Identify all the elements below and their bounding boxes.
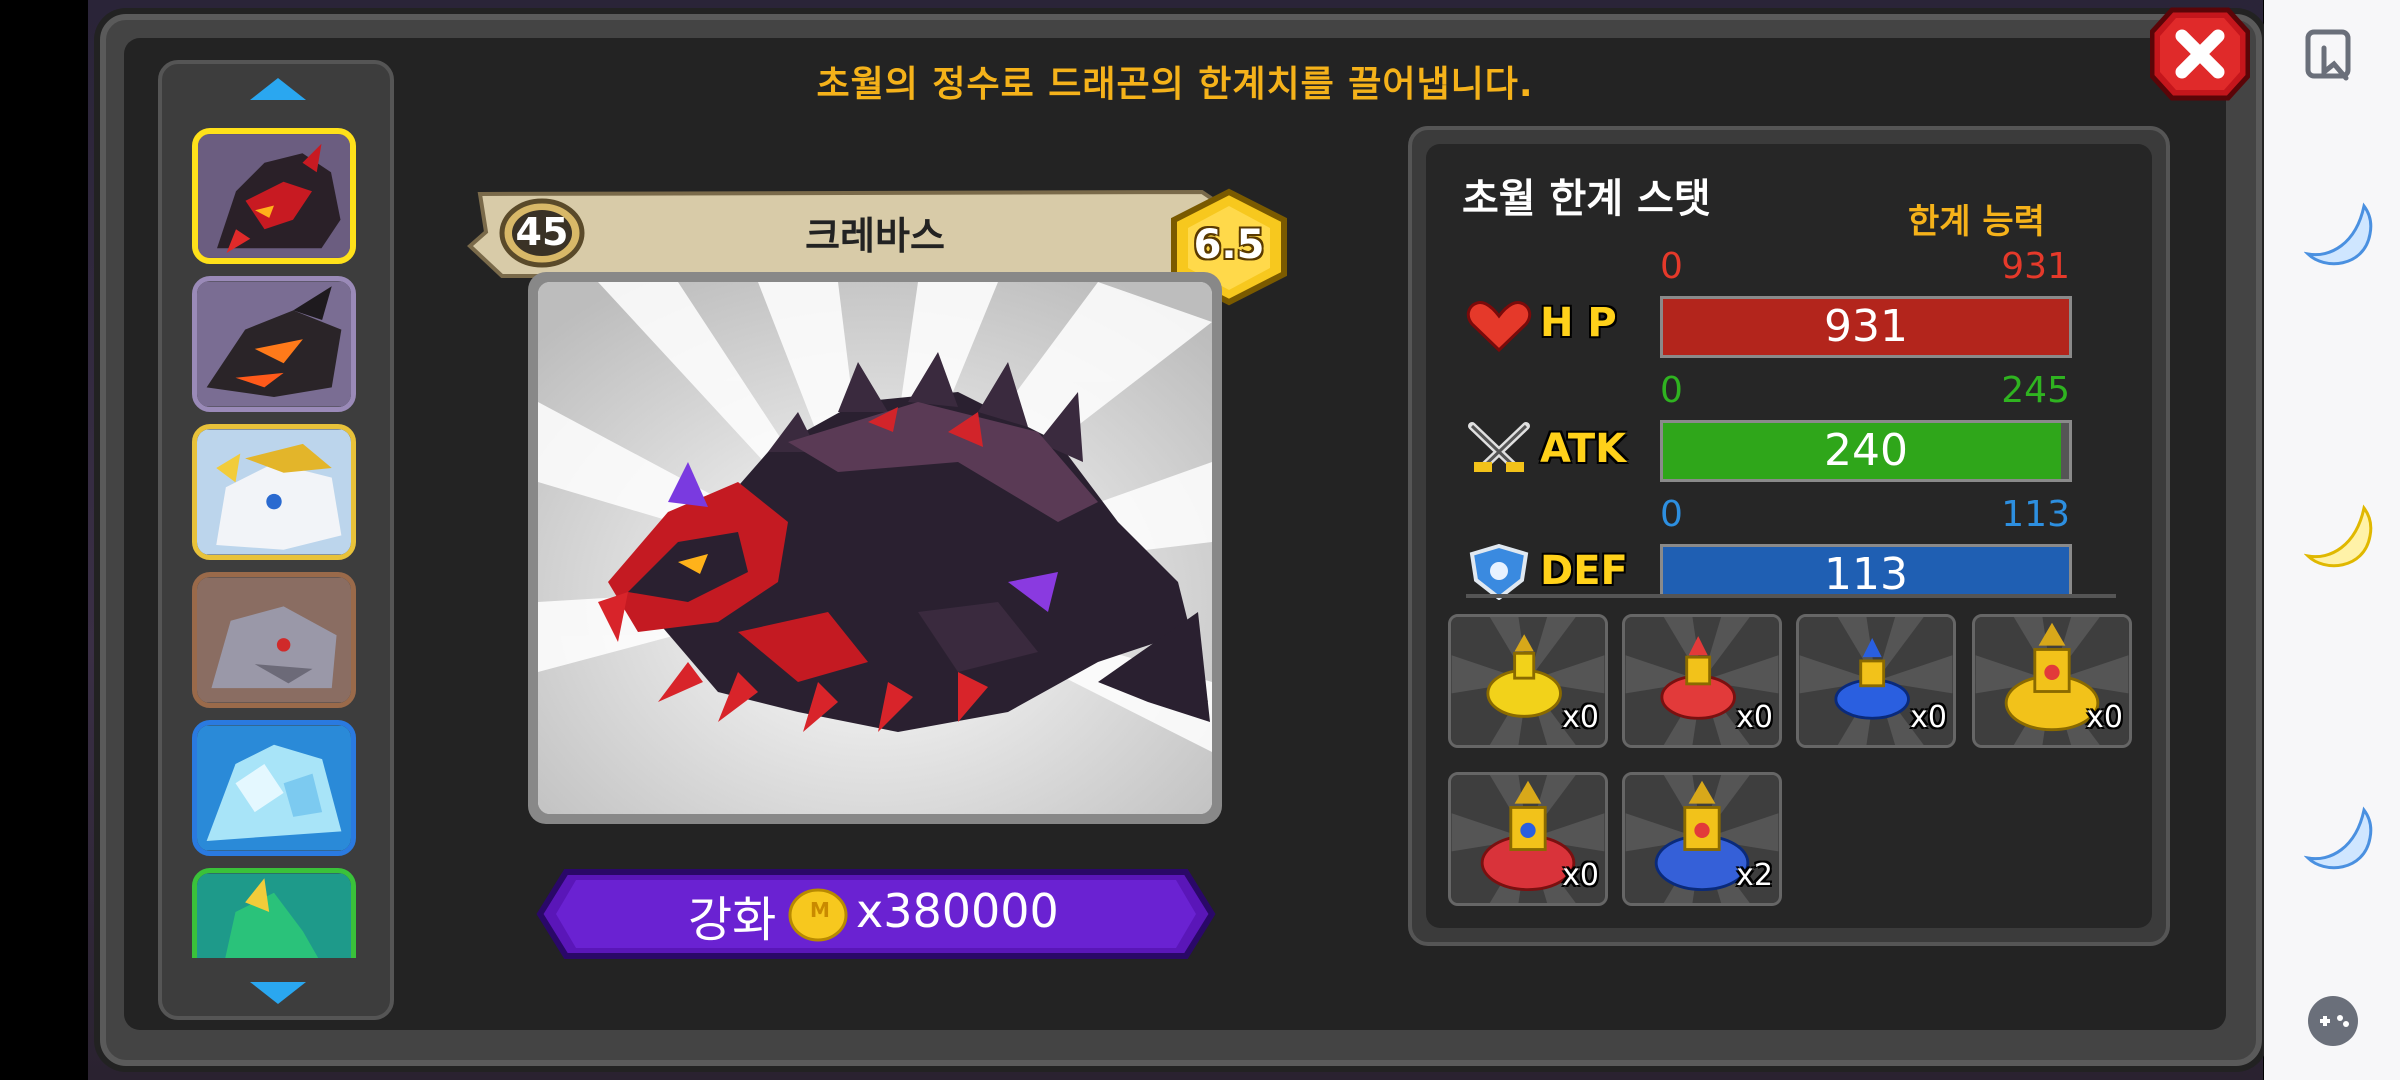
essence-red-count: x0 [1736,700,1773,735]
dragon-level: 45 [515,210,569,254]
essence-blue[interactable]: x0 [1796,614,1956,748]
hp-bar: 931 [1660,296,2072,358]
moon-icon [2303,498,2374,574]
close-x-icon [2149,7,2251,101]
atk-bar: 240 [1660,420,2072,482]
shield-icon [1466,543,1532,601]
heart-icon [1466,298,1532,354]
atk-value: 240 [1824,425,1908,476]
gamepad-icon[interactable] [2306,994,2360,1048]
close-button[interactable] [2149,6,2251,102]
system-side-bar [2264,0,2400,1080]
enhance-label: 강화 [688,892,777,948]
dragon-thumb-dark-flame[interactable] [192,276,356,412]
hp-max: 931 [2001,246,2070,287]
coin-mark: M [810,898,830,922]
def-min: 0 [1660,494,1683,535]
arrow-down-icon[interactable] [250,982,306,1004]
hp-label: H P [1540,300,1617,346]
dragon-thumb-crimson-armored[interactable] [192,128,356,264]
moon-icon [2303,800,2374,876]
essence-yellow[interactable]: x0 [1448,614,1608,748]
dragon-thumb-white-gold[interactable] [192,424,356,560]
moon-icon [2303,196,2374,272]
popup-title: 초월의 정수로 드래곤의 한계치를 끌어냅니다. [816,64,1534,105]
essence-large-yellow[interactable]: x0 [1972,614,2132,748]
limit-ability-label: 한계 능력 [1908,202,2045,242]
hp-min: 0 [1660,246,1683,287]
def-value: 113 [1824,549,1908,594]
essence-large-yellow-count: x0 [2086,700,2123,735]
essence-red[interactable]: x0 [1622,614,1782,748]
dragon-name: 크레바스 [805,214,945,258]
essence-large-red[interactable]: x0 [1448,772,1608,906]
essence-large-blue[interactable]: x2 [1622,772,1782,906]
def-bar: 113 [1660,544,2072,594]
enhance-cost: x380000 [856,884,1059,938]
essence-large-blue-count: x2 [1736,858,1773,893]
def-label: DEF [1540,548,1628,594]
essence-blue-count: x0 [1910,700,1947,735]
stat-scroll-edge [1466,594,2116,598]
hp-value: 931 [1824,301,1908,352]
atk-max: 245 [2001,370,2070,411]
dragon-portrait [538,282,1212,814]
dragon-thumb-green[interactable] [192,868,356,958]
limit-stat-title: 초월 한계 스탯 [1462,176,1711,222]
dragon-thumb-gray-stone[interactable] [192,572,356,708]
dragon-grade: 6.5 [1193,222,1265,268]
arrow-up-icon[interactable] [250,78,306,100]
dragon-thumb-ice-crystal[interactable] [192,720,356,856]
atk-label: ATK [1540,426,1627,472]
atk-min: 0 [1660,370,1683,411]
touch-lock-icon[interactable] [2304,28,2360,84]
def-max: 113 [2001,494,2070,535]
essence-yellow-count: x0 [1562,700,1599,735]
dragon-list[interactable] [180,120,380,958]
crossed-swords-icon [1466,422,1532,478]
essence-large-red-count: x0 [1562,858,1599,893]
